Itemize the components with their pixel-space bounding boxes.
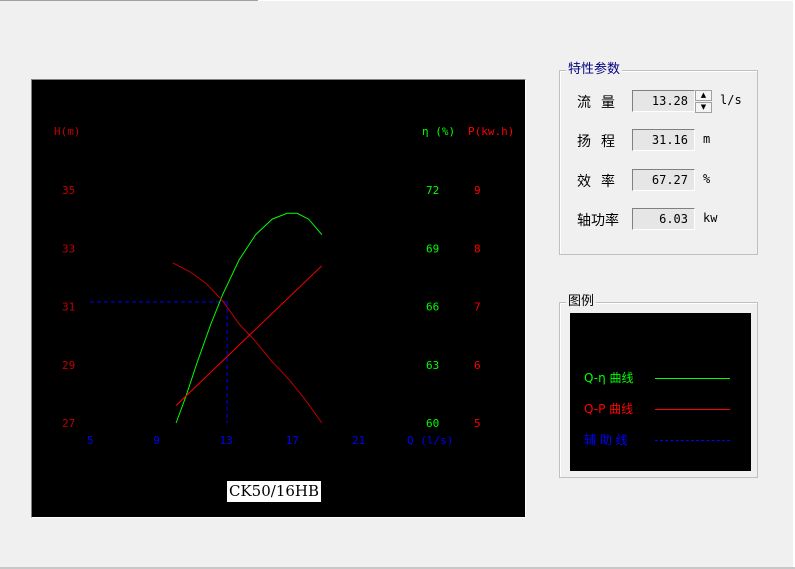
head-unit: m — [703, 132, 711, 146]
efficiency-tick-label: 66 — [426, 301, 439, 314]
efficiency-field[interactable]: 67.27 — [632, 169, 695, 191]
power-tick-label: 5 — [474, 417, 481, 430]
legend-canvas: Q-η 曲线 Q-P 曲线 辅 助 线 — [570, 313, 751, 471]
legend-swatch-guide — [655, 440, 730, 441]
legend-swatch-efficiency — [655, 378, 730, 379]
power-tick-label: 9 — [474, 184, 481, 197]
params-group-title: 特性参数 — [566, 62, 623, 78]
x-axis-label: Q (l/s) — [407, 434, 453, 447]
series-line-efficiency — [175, 212, 323, 424]
param-row-flow: 流量 13.28 ▲ ▼ l/s — [560, 90, 759, 113]
flow-field[interactable]: 13.28 — [632, 90, 695, 112]
params-group: 特性参数 流量 13.28 ▲ ▼ l/s 扬程 31.16 m 效率 67.2… — [559, 62, 759, 255]
efficiency-tick-label: 63 — [426, 359, 439, 372]
power-tick-label: 8 — [474, 242, 481, 255]
head-tick-label: 29 — [62, 359, 75, 372]
x-tick-label: 21 — [352, 434, 365, 447]
window-frame-highlight — [258, 0, 795, 1]
legend-label-efficiency: Q-η 曲线 — [584, 371, 634, 385]
legend-group-title: 图例 — [566, 294, 597, 310]
flow-label: 流量 — [577, 95, 625, 111]
efficiency-tick-label: 69 — [426, 242, 439, 255]
power-tick-label: 7 — [474, 301, 481, 314]
efficiency-unit: % — [703, 172, 711, 186]
head-tick-label: 35 — [62, 184, 75, 197]
efficiency-axis-label: η (%) — [422, 125, 455, 138]
head-tick-label: 31 — [62, 301, 75, 314]
legend-group: 图例 Q-η 曲线 Q-P 曲线 辅 助 线 — [559, 294, 758, 478]
power-unit: kw — [703, 211, 718, 225]
power-axis-label: P(kw.h) — [468, 125, 514, 138]
legend-swatch-power — [655, 409, 730, 410]
param-row-power: 轴功率 6.03 kw — [560, 208, 759, 230]
performance-chart: H(m) η (%) P(kw.h)353331292772696663609876… — [54, 125, 514, 447]
head-tick-label: 33 — [62, 242, 75, 255]
performance-chart-panel: H(m) η (%) P(kw.h) 35 33 31 29 27 72 69 66 63 60 9 8 7 6… — [31, 79, 526, 518]
x-tick-label: 9 — [153, 434, 160, 447]
series-line-power — [175, 265, 323, 406]
flow-unit: l/s — [720, 93, 742, 107]
power-label: 轴功率 — [577, 213, 619, 229]
head-label: 扬程 — [577, 134, 625, 150]
model-label: CK50/16HB — [227, 481, 322, 502]
spin-down-icon[interactable]: ▼ — [695, 102, 712, 113]
efficiency-label: 效率 — [577, 174, 625, 190]
power-tick-label: 6 — [474, 359, 481, 372]
legend-label-guide: 辅 助 线 — [584, 433, 628, 447]
flow-spinner[interactable]: ▲ ▼ — [695, 90, 712, 113]
x-tick-label: 5 — [87, 434, 94, 447]
efficiency-tick-label: 60 — [426, 417, 439, 430]
power-field[interactable]: 6.03 — [632, 208, 695, 230]
legend-label-power: Q-P 曲线 — [584, 402, 634, 416]
head-field[interactable]: 31.16 — [632, 129, 695, 151]
param-row-head: 扬程 31.16 m — [560, 129, 759, 151]
x-tick-label: 13 — [220, 434, 233, 447]
head-axis-label: H(m) — [54, 125, 81, 138]
head-tick-label: 27 — [62, 417, 75, 430]
spin-up-icon[interactable]: ▲ — [695, 90, 712, 101]
param-row-efficiency: 效率 67.27 % — [560, 169, 759, 191]
efficiency-tick-label: 72 — [426, 184, 439, 197]
x-tick-label: 17 — [286, 434, 299, 447]
